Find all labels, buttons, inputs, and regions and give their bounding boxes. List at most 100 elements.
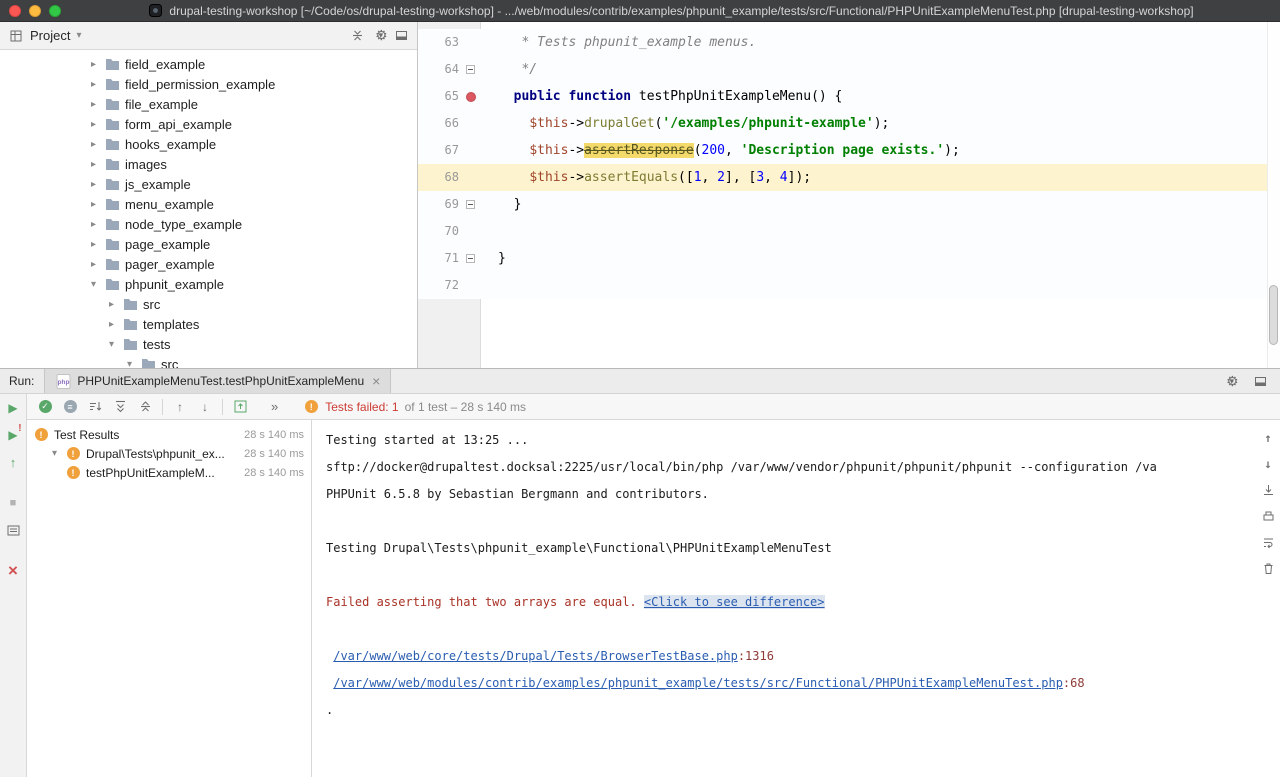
editor-line[interactable]: 68 $this->assertEquals([1, 2], [3, 4]); [418, 164, 1267, 191]
editor-line[interactable]: 64 */ [418, 56, 1267, 83]
project-item[interactable]: ▸node_type_example [0, 214, 417, 234]
project-item[interactable]: ▸src [0, 294, 417, 314]
close-window-button[interactable] [9, 5, 21, 17]
fold-marker-icon[interactable] [463, 62, 478, 77]
test-history-icon[interactable] [5, 522, 21, 538]
folder-name: tests [143, 337, 170, 352]
hide-panel-icon[interactable] [393, 28, 409, 44]
editor-line[interactable]: 70 [418, 218, 1267, 245]
project-item[interactable]: ▸menu_example [0, 194, 417, 214]
fold-marker-icon[interactable] [463, 251, 478, 266]
editor-line[interactable]: 69 } [418, 191, 1267, 218]
chevron-right-icon[interactable]: ▸ [88, 219, 99, 230]
next-occurrence-icon[interactable]: ↓ [197, 399, 213, 415]
file-link[interactable]: /var/www/web/core/tests/Drupal/Tests/Bro… [333, 649, 738, 663]
chevron-right-icon[interactable]: ▸ [88, 139, 99, 150]
chevron-down-icon[interactable]: ▾ [106, 339, 117, 350]
chevron-right-icon[interactable]: ▸ [88, 159, 99, 170]
test-duration: 28 s 140 ms [244, 467, 304, 479]
previous-occurrence-icon[interactable]: ↑ [172, 399, 188, 415]
console-output[interactable]: Testing started at 13:25 ...sftp://docke… [312, 420, 1280, 777]
settings-gear-icon[interactable]: ⚙▾ [371, 28, 387, 44]
rerun-failed-tests-icon[interactable]: ▶! [5, 427, 21, 443]
scroll-down-icon[interactable]: ↓ [1260, 456, 1276, 472]
folder-name: pager_example [125, 257, 215, 272]
sort-by-duration-icon[interactable] [87, 399, 103, 415]
rerun-tests-icon[interactable]: ▶ [5, 400, 21, 416]
test-tree-row[interactable]: !testPhpUnitExampleM...28 s 140 ms [27, 463, 311, 482]
chevron-right-icon[interactable]: ▸ [88, 239, 99, 250]
chevron-right-icon[interactable]: ▸ [88, 99, 99, 110]
chevron-right-icon[interactable]: ▸ [106, 299, 117, 310]
print-icon[interactable] [1260, 508, 1276, 524]
gutter-cell: 66 [418, 110, 481, 137]
chevron-right-icon[interactable]: ▸ [88, 199, 99, 210]
zoom-window-button[interactable] [49, 5, 61, 17]
toggle-auto-test-icon[interactable]: ↑ [5, 454, 21, 470]
chevron-right-icon[interactable]: ▸ [88, 179, 99, 190]
show-ignored-icon[interactable]: ≡ [62, 399, 78, 415]
close-run-tab-icon[interactable]: × [5, 563, 21, 579]
test-error-icon: ! [33, 427, 49, 443]
editor-line[interactable]: 72 [418, 272, 1267, 299]
diff-link[interactable]: <Click to see difference> [644, 595, 825, 609]
chevron-right-icon[interactable]: ▸ [88, 79, 99, 90]
console-line: /var/www/web/core/tests/Drupal/Tests/Bro… [326, 643, 1236, 670]
project-item[interactable]: ▾phpunit_example [0, 274, 417, 294]
project-item[interactable]: ▸ pager_example [0, 254, 417, 274]
editor-line[interactable]: 67 $this->assertResponse(200, 'Descripti… [418, 137, 1267, 164]
test-failed-gutter-icon[interactable] [463, 89, 478, 104]
chevron-right-icon[interactable]: ▸ [88, 59, 99, 70]
chevron-right-icon[interactable]: ▸ [88, 119, 99, 130]
file-link[interactable]: /var/www/web/modules/contrib/examples/ph… [333, 676, 1063, 690]
editor-line[interactable]: 66 $this->drupalGet('/examples/phpunit-e… [418, 110, 1267, 137]
minimize-window-button[interactable] [29, 5, 41, 17]
test-tree-row[interactable]: ▾!Drupal\Tests\phpunit_ex...28 s 140 ms [27, 444, 311, 463]
editor-pane[interactable]: 63 * Tests phpunit_example menus.64 */65… [418, 22, 1280, 368]
test-tree-row[interactable]: !Test Results28 s 140 ms [27, 425, 311, 444]
chevron-down-icon[interactable]: ▾ [76, 30, 81, 41]
more-actions-chevrons[interactable]: » [271, 399, 278, 414]
project-view-title[interactable]: Project [30, 28, 70, 43]
scroll-up-icon[interactable]: ↑ [1260, 430, 1276, 446]
import-test-results-icon[interactable] [232, 399, 248, 415]
collapse-all-icon[interactable] [349, 28, 365, 44]
project-item[interactable]: ▾src [0, 354, 417, 368]
chevron-down-icon[interactable]: ▾ [49, 448, 60, 459]
chevron-down-icon[interactable]: ▾ [88, 279, 99, 290]
folder-icon [122, 296, 138, 312]
project-item[interactable]: ▸file_example [0, 94, 417, 114]
chevron-right-icon[interactable]: ▸ [106, 319, 117, 330]
stop-icon[interactable]: ■ [5, 495, 21, 511]
project-item[interactable]: ▸templates [0, 314, 417, 334]
run-settings-gear-icon[interactable]: ⚙▾ [1222, 373, 1238, 389]
project-item[interactable]: ▸field_example [0, 54, 417, 74]
soft-wrap-icon[interactable] [1260, 534, 1276, 550]
editor-line[interactable]: 63 * Tests phpunit_example menus. [418, 29, 1267, 56]
project-item[interactable]: ▸hooks_example [0, 134, 417, 154]
folder-icon [104, 116, 120, 132]
console-line: Testing Drupal\Tests\phpunit_example\Fun… [326, 535, 1236, 562]
project-item[interactable]: ▸images [0, 154, 417, 174]
gutter-cell: 70 [418, 218, 481, 245]
collapse-all-icon[interactable] [137, 399, 153, 415]
editor-scrollbar-thumb[interactable] [1269, 285, 1278, 345]
scroll-to-end-icon[interactable] [1260, 482, 1276, 498]
run-tab[interactable]: php PHPUnitExampleMenuTest.testPhpUnitEx… [44, 369, 391, 393]
chevron-right-icon[interactable]: ▸ [88, 259, 99, 270]
project-item[interactable]: ▾ tests [0, 334, 417, 354]
show-passed-icon[interactable]: ✓ [37, 399, 53, 415]
chevron-down-icon[interactable]: ▾ [124, 359, 135, 369]
editor-line[interactable]: 65 public function testPhpUnitExampleMen… [418, 83, 1267, 110]
folder-name: field_permission_example [125, 77, 275, 92]
project-item[interactable]: ▸page_example [0, 234, 417, 254]
project-item[interactable]: ▸ field_permission_example [0, 74, 417, 94]
fold-marker-icon[interactable] [463, 197, 478, 212]
editor-line[interactable]: 71} [418, 245, 1267, 272]
project-item[interactable]: ▸js_example [0, 174, 417, 194]
expand-all-icon[interactable] [112, 399, 128, 415]
close-tab-icon[interactable]: × [372, 376, 380, 386]
project-item[interactable]: ▸form_api_example [0, 114, 417, 134]
clear-all-icon[interactable] [1260, 560, 1276, 576]
hide-run-panel-icon[interactable] [1252, 373, 1268, 389]
